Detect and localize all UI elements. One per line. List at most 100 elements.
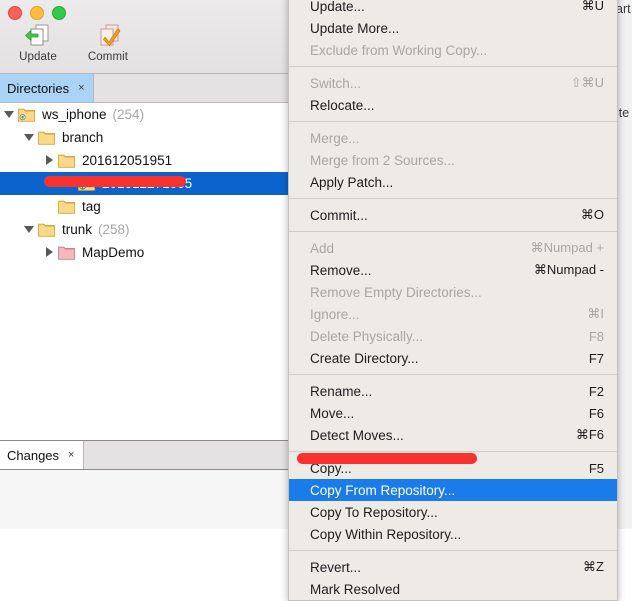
- plain-folder-icon: [58, 154, 75, 168]
- menu-item[interactable]: Copy From Repository...: [289, 479, 617, 501]
- menu-item[interactable]: Copy To Repository...: [289, 501, 617, 523]
- menu-item-label: Commit...: [310, 207, 368, 223]
- menu-item-label: Relocate...: [310, 97, 375, 113]
- tree-row-count: (258): [98, 222, 130, 237]
- menu-item-label: Update More...: [310, 20, 400, 36]
- menu-item-label: Merge...: [310, 130, 360, 146]
- close-window-button[interactable]: [8, 6, 22, 20]
- menu-item[interactable]: Create Directory... F7: [289, 347, 617, 369]
- close-icon[interactable]: ×: [68, 449, 74, 461]
- maximize-window-button[interactable]: [52, 6, 66, 20]
- menu-item-label: Exclude from Working Copy...: [310, 42, 488, 58]
- tree-row-label: branch: [62, 130, 104, 145]
- menu-item[interactable]: Remove... ⌘Numpad -: [289, 259, 617, 281]
- menu-item[interactable]: Update More...: [289, 17, 617, 39]
- menu-item[interactable]: Commit... ⌘O: [289, 204, 617, 226]
- menu-item-label: Merge from 2 Sources...: [310, 152, 455, 168]
- menu-item: Ignore... ⌘I: [289, 303, 617, 325]
- plain-folder-icon: [58, 200, 75, 214]
- toolbar: Update Commit: [10, 22, 136, 63]
- menu-item[interactable]: Copy... F5: [289, 457, 617, 479]
- menu-item: Switch... ⇧⌘U: [289, 72, 617, 94]
- tree-row-label: 201612051951: [82, 153, 173, 168]
- menu-item-shortcut: ⌘O: [580, 207, 604, 222]
- modified-folder-icon: [58, 246, 75, 260]
- toolbar-button-update[interactable]: Update: [10, 22, 66, 63]
- background-window-text-fragment: art: [616, 2, 631, 16]
- minimize-window-button[interactable]: [30, 6, 44, 20]
- menu-item-shortcut: ⌘F6: [575, 427, 604, 442]
- menu-item-shortcut: F5: [588, 460, 604, 476]
- close-icon[interactable]: ×: [78, 82, 84, 94]
- menu-item-shortcut: ⌘Numpad +: [530, 240, 604, 255]
- tree-row-label: ws_iphone: [42, 107, 107, 122]
- toolbar-button-update-label: Update: [19, 51, 57, 63]
- menu-item-label: Create Directory...: [310, 350, 419, 366]
- menu-item-label: Copy From Repository...: [310, 482, 456, 498]
- tree-row-label: 201612271005: [102, 176, 193, 191]
- tab-changes-label: Changes: [7, 447, 60, 463]
- tree-row-label: trunk: [62, 222, 93, 237]
- menu-separator: [289, 231, 617, 232]
- menu-item: Add ⌘Numpad +: [289, 237, 617, 259]
- toolbar-button-commit[interactable]: Commit: [80, 22, 136, 63]
- menu-item[interactable]: Revert... ⌘Z: [289, 556, 617, 578]
- menu-item-label: Mark Resolved: [310, 581, 401, 597]
- menu-separator: [289, 121, 617, 122]
- menu-item-shortcut: ⌘I: [587, 306, 604, 321]
- menu-separator: [289, 198, 617, 199]
- menu-item[interactable]: Apply Patch...: [289, 171, 617, 193]
- disclosure-triangle-icon[interactable]: [4, 109, 15, 120]
- repo-folder-icon: [18, 108, 35, 122]
- menu-item-shortcut: F7: [588, 350, 604, 366]
- menu-separator: [289, 550, 617, 551]
- added-folder-icon: [78, 177, 95, 191]
- menu-separator: [289, 451, 617, 452]
- tree-row-label: MapDemo: [82, 245, 145, 260]
- menu-item[interactable]: Relocate...: [289, 94, 617, 116]
- tab-directories-label: Directories: [7, 80, 70, 96]
- plain-folder-icon: [38, 223, 55, 237]
- disclosure-triangle-icon[interactable]: [44, 247, 55, 258]
- menu-item-shortcut: ⌘U: [581, 0, 604, 13]
- menu-item-shortcut: F2: [588, 383, 604, 399]
- menu-item: Delete Physically... F8: [289, 325, 617, 347]
- menu-item-label: Detect Moves...: [310, 427, 404, 443]
- menu-item-label: Add: [310, 240, 335, 256]
- application-window: Update Commit Directories × ws_iphone (25: [0, 0, 632, 601]
- tab-directories[interactable]: Directories ×: [0, 74, 94, 102]
- menu-item[interactable]: Copy Within Repository...: [289, 523, 617, 545]
- menu-item[interactable]: Detect Moves... ⌘F6: [289, 424, 617, 446]
- tree-row-label: tag: [82, 199, 101, 214]
- menu-item: Exclude from Working Copy...: [289, 39, 617, 61]
- tree-row-count: (254): [112, 107, 145, 122]
- disclosure-triangle-icon[interactable]: [24, 132, 35, 143]
- menu-item-shortcut: ⌘Z: [583, 559, 604, 574]
- update-icon: [10, 22, 66, 50]
- menu-item-label: Switch...: [310, 75, 362, 91]
- menu-item-shortcut: F8: [588, 328, 604, 344]
- menu-item[interactable]: Mark Resolved: [289, 578, 617, 600]
- toolbar-button-commit-label: Commit: [87, 51, 129, 63]
- context-menu[interactable]: Update... ⌘U Update More... Exclude from Wo…: [288, 0, 618, 601]
- menu-item[interactable]: Rename... F2: [289, 380, 617, 402]
- menu-separator: [289, 374, 617, 375]
- plain-folder-icon: [38, 131, 55, 145]
- disclosure-triangle-icon[interactable]: [44, 155, 55, 166]
- menu-item: Merge from 2 Sources...: [289, 149, 617, 171]
- menu-separator: [289, 66, 617, 67]
- menu-item-label: Update...: [310, 0, 365, 14]
- menu-item-label: Apply Patch...: [310, 174, 394, 190]
- disclosure-triangle-icon[interactable]: [24, 224, 35, 235]
- menu-item-shortcut: F6: [588, 405, 604, 421]
- tab-changes[interactable]: Changes ×: [0, 441, 85, 469]
- menu-item-shortcut: ⌘Numpad -: [533, 262, 604, 277]
- menu-item[interactable]: Update... ⌘U: [289, 0, 617, 17]
- menu-item[interactable]: Move... F6: [289, 402, 617, 424]
- menu-item-label: Revert...: [310, 559, 362, 575]
- menu-item-label: Rename...: [310, 383, 373, 399]
- menu-item-shortcut: ⇧⌘U: [570, 75, 604, 90]
- menu-item-label: Remove Empty Directories...: [310, 284, 482, 300]
